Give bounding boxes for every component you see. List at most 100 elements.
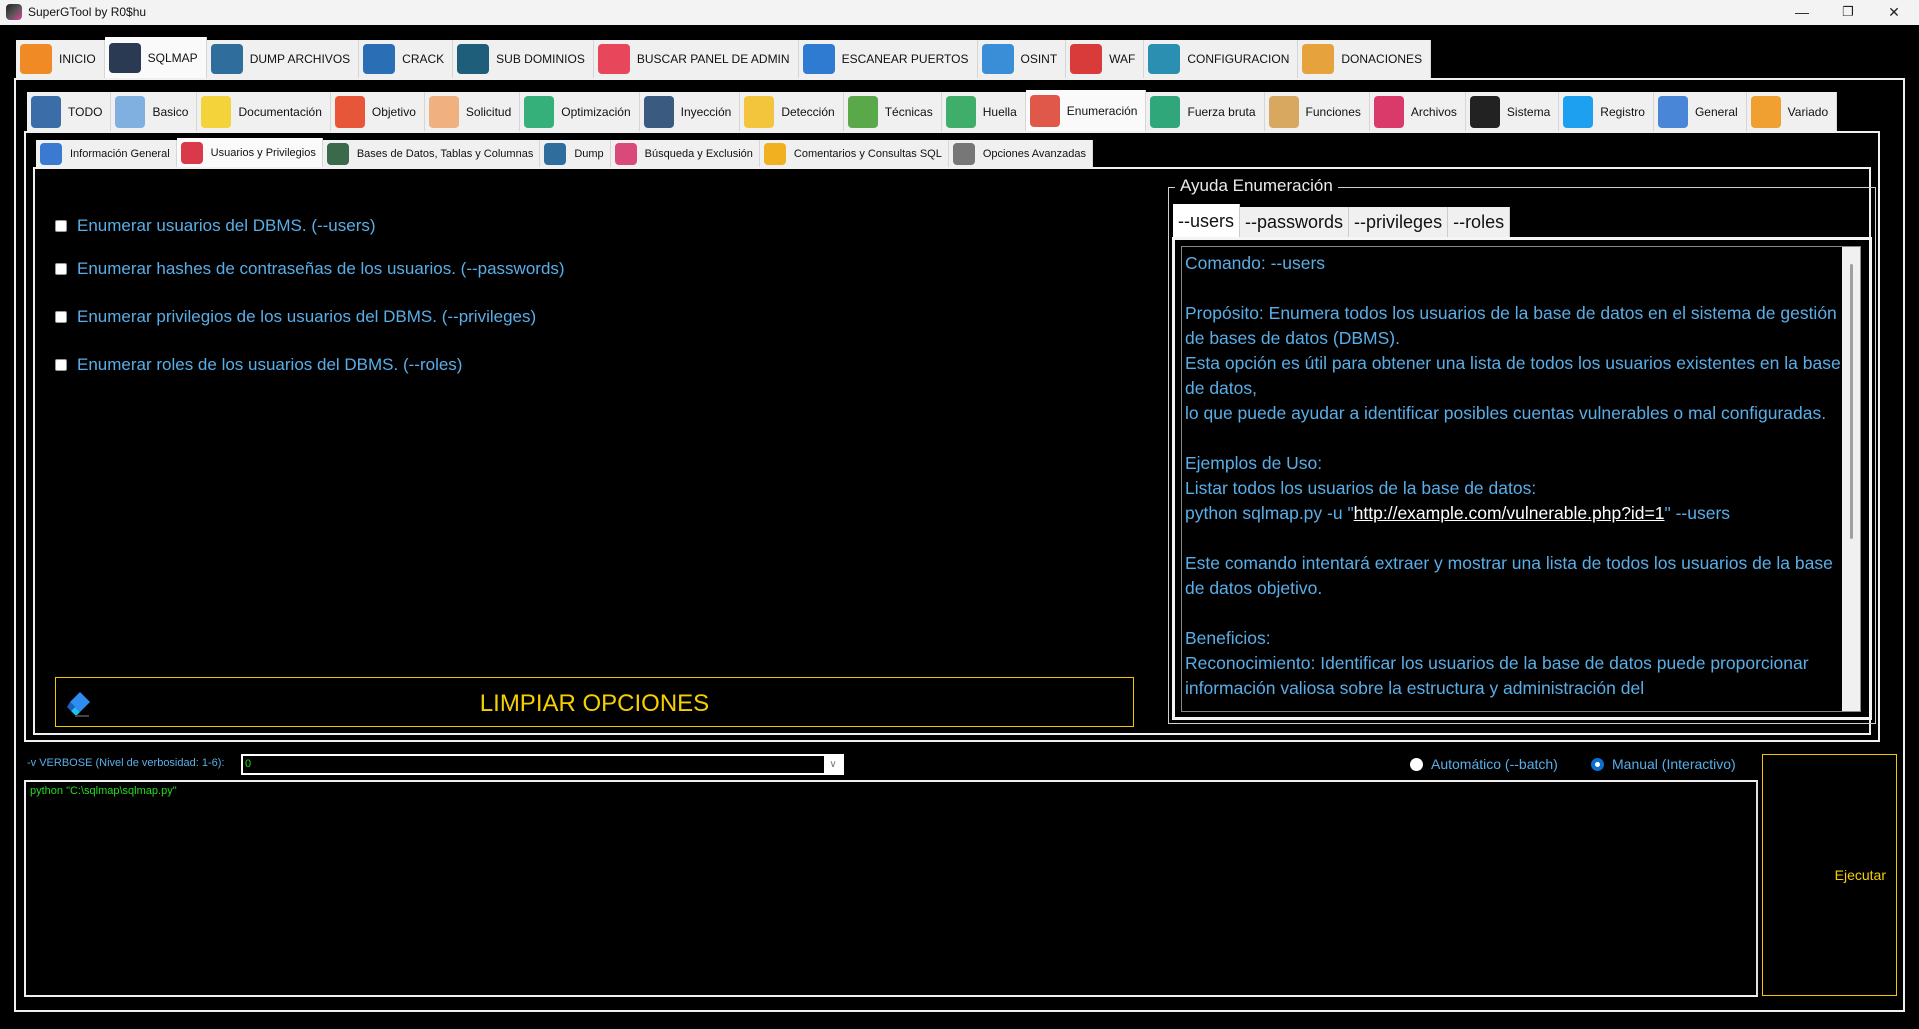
enumtab-usuarios-y-privilegios[interactable]: Usuarios y Privilegios — [176, 138, 323, 168]
tab-label: CRACK — [402, 52, 445, 66]
run-button[interactable]: Ejecutar — [1762, 754, 1897, 996]
subtab-variado[interactable]: Variado — [1746, 92, 1838, 132]
help-scrollbar[interactable] — [1842, 247, 1860, 711]
subtab-registro[interactable]: Registro — [1559, 92, 1654, 132]
subtab-funciones[interactable]: Funciones — [1264, 92, 1370, 132]
tab-sub-dominios[interactable]: SUB DOMINIOS — [453, 40, 594, 78]
enumtab-informacion-general[interactable]: Información General — [36, 140, 177, 168]
tab-dump-archivos[interactable]: DUMP ARCHIVOS — [206, 40, 360, 78]
subtab-enumeracion[interactable]: Enumeración — [1025, 90, 1147, 132]
option-passwords[interactable]: Enumerar hashes de contraseñas de los us… — [55, 259, 565, 279]
tab-osint[interactable]: OSINT — [977, 40, 1067, 78]
tab-label: Optimización — [561, 105, 631, 119]
subtab-basico[interactable]: Basico — [111, 92, 198, 132]
linux-penguin-icon — [1469, 96, 1500, 128]
windows-icon — [1563, 96, 1594, 128]
minimize-button[interactable]: — — [1779, 0, 1825, 25]
tab-label: Enumeración — [1066, 104, 1138, 118]
tab-label: Usuarios y Privilegios — [210, 147, 316, 159]
option-label: Enumerar hashes de contraseñas de los us… — [77, 259, 565, 278]
verbose-label: -v VERBOSE (Nivel de verbosidad: 1-6): — [27, 757, 225, 769]
clear-options-button[interactable]: LIMPIAR OPCIONES — [55, 677, 1134, 727]
tab-configuracion[interactable]: CONFIGURACION — [1144, 40, 1299, 78]
maximize-button[interactable]: ❐ — [1825, 0, 1871, 25]
subtab-objetivo[interactable]: Objetivo — [330, 92, 425, 132]
enumtab-opciones-avanzadas[interactable]: Opciones Avanzadas — [948, 140, 1094, 168]
passwords-checkbox[interactable] — [55, 263, 67, 275]
mode-automatic-radio[interactable]: Automático (--batch) — [1410, 756, 1558, 772]
subtab-archivos[interactable]: Archivos — [1369, 92, 1466, 132]
help-tab-passwords[interactable]: --passwords — [1240, 207, 1350, 238]
subtab-inyeccion[interactable]: Inyección — [639, 92, 741, 132]
option-users[interactable]: Enumerar usuarios del DBMS. (--users) — [55, 216, 376, 236]
option-label: Enumerar privilegios de los usuarios del… — [77, 307, 537, 326]
help-tabs: --users --passwords --privileges --roles — [1173, 204, 1511, 238]
tab-escanear-puertos[interactable]: ESCANEAR PUERTOS — [798, 40, 978, 78]
verbose-select[interactable]: 0 ∨ — [241, 754, 844, 775]
help-tab-privileges[interactable]: --privileges — [1349, 207, 1449, 238]
enumtab-busqueda-y-exclusion[interactable]: Búsqueda y Exclusión — [610, 140, 760, 168]
subtab-tecnicas[interactable]: Técnicas — [843, 92, 942, 132]
option-privileges[interactable]: Enumerar privilegios de los usuarios del… — [55, 307, 536, 327]
terminal-icon — [108, 42, 141, 73]
sql-document-icon — [201, 96, 232, 128]
command-console[interactable]: python "C:\sqlmap\sqlmap.py" — [24, 780, 1758, 997]
tab-label: Inyección — [680, 105, 732, 119]
mode-manual-radio[interactable]: Manual (Interactivo) — [1591, 756, 1736, 772]
tab-label: Documentación — [238, 105, 322, 119]
database-syringe-icon — [643, 96, 674, 128]
tab-label: INICIO — [59, 52, 96, 66]
tab-label: OSINT — [1020, 52, 1058, 66]
enumtab-bases-de-datos-tablas-y-columnas[interactable]: Bases de Datos, Tablas y Columnas — [322, 140, 541, 168]
privileges-checkbox[interactable] — [55, 311, 67, 323]
option-label: Enumerar roles de los usuarios del DBMS.… — [77, 355, 463, 374]
tab-buscar-panel-de-admin[interactable]: BUSCAR PANEL DE ADMIN — [593, 40, 799, 78]
database-download-icon — [544, 143, 567, 165]
subtab-optimizacion[interactable]: Optimización — [520, 92, 640, 132]
roles-checkbox[interactable] — [55, 359, 67, 371]
help-tab-roles[interactable]: --roles — [1448, 207, 1511, 238]
target-icon — [334, 96, 365, 128]
enumtab-dump[interactable]: Dump — [540, 140, 611, 168]
tab-crack[interactable]: CRACK — [359, 40, 454, 78]
window-title: SuperGTool by R0$hu — [28, 5, 147, 19]
subtab-sistema[interactable]: Sistema — [1465, 92, 1560, 132]
close-button[interactable]: ✕ — [1871, 0, 1917, 25]
tab-label: Variado — [1787, 105, 1829, 119]
verbose-value: 0 — [245, 758, 252, 770]
users-checkbox[interactable] — [55, 220, 67, 232]
tab-label: Huella — [982, 105, 1017, 119]
subtab-documentacion[interactable]: Documentación — [197, 92, 331, 132]
tab-label: Objetivo — [371, 105, 416, 119]
password-lock-icon — [363, 44, 396, 74]
option-roles[interactable]: Enumerar roles de los usuarios del DBMS.… — [55, 355, 462, 375]
subtab-solicitud[interactable]: Solicitud — [424, 92, 521, 132]
tab-label: WAF — [1109, 52, 1136, 66]
tab-waf[interactable]: WAF — [1066, 40, 1145, 78]
subtab-fuerza-bruta[interactable]: Fuerza bruta — [1146, 92, 1265, 132]
radio-circle[interactable] — [1410, 757, 1423, 771]
subtab-general[interactable]: General — [1653, 92, 1747, 132]
tab-label: CONFIGURACION — [1187, 52, 1290, 66]
tab-sqlmap[interactable]: SQLMAP — [104, 37, 207, 78]
help-textbox[interactable]: Comando: --users Propósito: Enumera todo… — [1181, 246, 1861, 712]
scrollbar-thumb[interactable] — [1850, 264, 1853, 539]
main-tabs: INICIO SQLMAP DUMP ARCHIVOS CRACK SUB DOMINI… — [16, 37, 1432, 78]
tab-donaciones[interactable]: DONACIONES — [1298, 40, 1432, 78]
chevron-down-icon[interactable]: ∨ — [824, 756, 842, 773]
radio-circle[interactable] — [1591, 757, 1604, 771]
tab-label: Opciones Avanzadas — [982, 148, 1087, 160]
database-download-icon — [210, 44, 243, 74]
request-form-icon — [428, 96, 459, 128]
tab-inicio[interactable]: INICIO — [16, 40, 105, 78]
enumtab-comentarios-y-consultas-sql[interactable]: Comentarios y Consultas SQL — [759, 140, 949, 168]
subtab-deteccion[interactable]: Detección — [740, 92, 844, 132]
help-tab-users[interactable]: --users — [1173, 204, 1241, 238]
subtab-huella[interactable]: Huella — [941, 92, 1026, 132]
example-link[interactable]: http://example.com/vulnerable.php?id=1 — [1354, 503, 1665, 523]
network-globe-icon — [457, 44, 490, 74]
robot-icon — [115, 96, 146, 128]
home-icon — [20, 44, 52, 74]
tab-label: Detección — [781, 105, 835, 119]
subtab-todo[interactable]: TODO — [27, 92, 112, 132]
